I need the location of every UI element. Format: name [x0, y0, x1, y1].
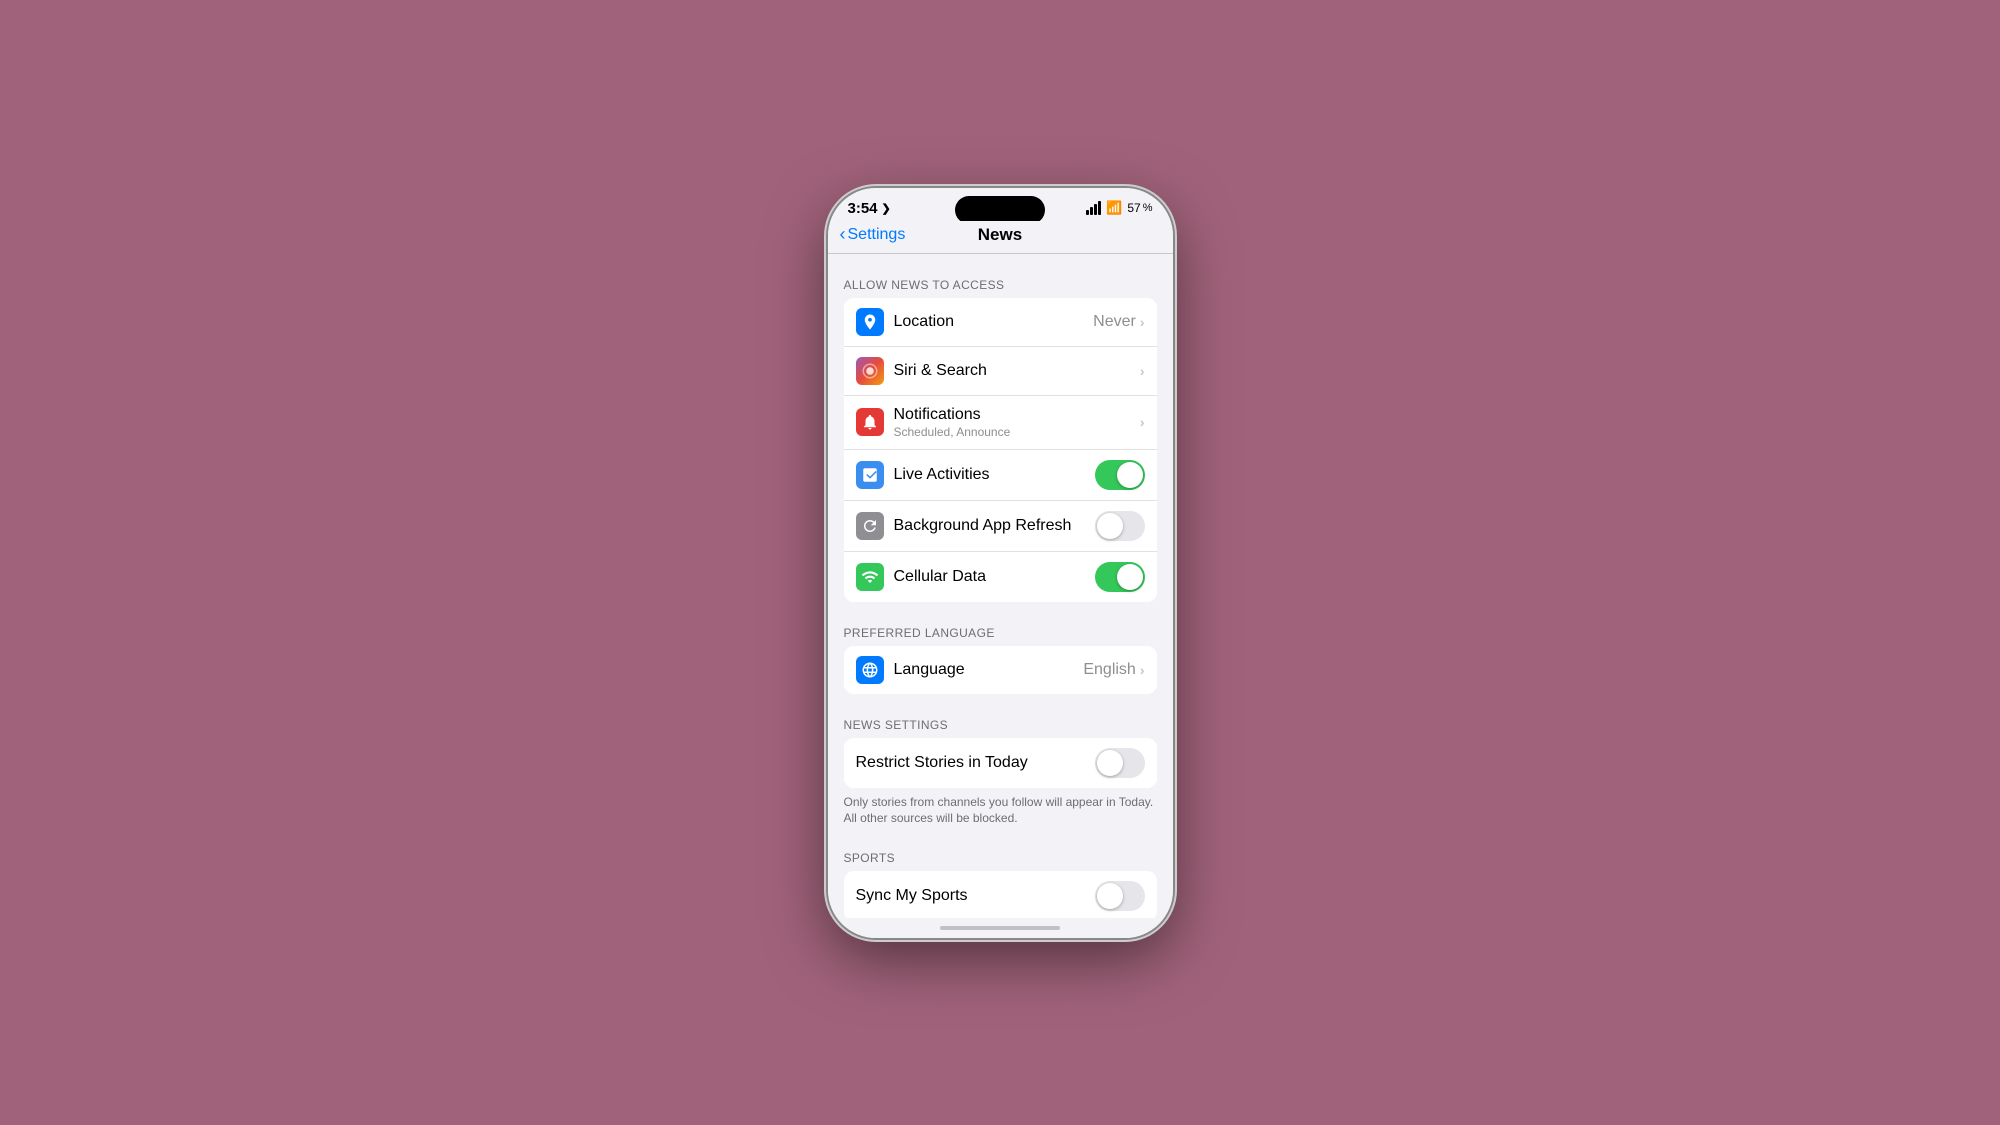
siri-icon: [856, 357, 884, 385]
wifi-icon: 📶: [1106, 200, 1122, 216]
notifications-sublabel: Scheduled, Announce: [894, 425, 1140, 439]
restrict-stories-item[interactable]: Restrict Stories in Today: [844, 738, 1157, 788]
status-icons: 📶 57 %: [1086, 200, 1152, 216]
section-access-list: Location Never › Siri & Search: [844, 298, 1157, 602]
section-sports-header: SPORTS: [828, 851, 1173, 871]
sync-sports-toggle[interactable]: [1095, 881, 1145, 911]
section-sports: SPORTS Sync My Sports Follow your teams …: [828, 851, 1173, 917]
live-activities-toggle[interactable]: [1095, 460, 1145, 490]
restrict-stories-toggle-knob: [1097, 750, 1123, 776]
dynamic-island: [955, 196, 1045, 224]
section-access-header: ALLOW NEWS TO ACCESS: [828, 278, 1173, 298]
cellular-data-item[interactable]: Cellular Data: [844, 552, 1157, 602]
language-chevron-icon: ›: [1140, 662, 1145, 678]
restrict-stories-note: Only stories from channels you follow wi…: [828, 788, 1173, 828]
siri-chevron-icon: ›: [1140, 363, 1145, 379]
siri-search-item[interactable]: Siri & Search ›: [844, 347, 1157, 396]
siri-label: Siri & Search: [894, 362, 1140, 380]
time-text: 3:54: [848, 200, 878, 217]
location-item[interactable]: Location Never ›: [844, 298, 1157, 347]
background-refresh-toggle-knob: [1097, 513, 1123, 539]
back-button[interactable]: ‹ Settings: [840, 225, 906, 245]
live-activities-text: Live Activities: [894, 466, 1095, 484]
section-language: PREFERRED LANGUAGE Language English ›: [828, 626, 1173, 694]
section-sports-list: Sync My Sports: [844, 871, 1157, 917]
siri-text: Siri & Search: [894, 362, 1140, 380]
background-refresh-toggle[interactable]: [1095, 511, 1145, 541]
notifications-item[interactable]: Notifications Scheduled, Announce ›: [844, 396, 1157, 450]
section-news-settings-list: Restrict Stories in Today: [844, 738, 1157, 788]
notifications-label: Notifications: [894, 406, 1140, 424]
battery-indicator: 57 %: [1127, 201, 1152, 215]
live-activities-label: Live Activities: [894, 466, 1095, 484]
restrict-stories-text: Restrict Stories in Today: [856, 754, 1095, 772]
section-news-settings: NEWS SETTINGS Restrict Stories in Today …: [828, 718, 1173, 828]
background-refresh-label: Background App Refresh: [894, 517, 1095, 535]
location-text: Location: [894, 313, 1094, 331]
language-text: Language: [894, 661, 1084, 679]
home-indicator: [828, 918, 1173, 938]
battery-level: 57: [1127, 201, 1140, 215]
location-label: Location: [894, 313, 1094, 331]
section-language-header: PREFERRED LANGUAGE: [828, 626, 1173, 646]
cellular-data-icon: [856, 563, 884, 591]
notifications-chevron-icon: ›: [1140, 414, 1145, 430]
home-bar: [940, 926, 1060, 930]
nav-bar: ‹ Settings News: [828, 221, 1173, 254]
notifications-text: Notifications Scheduled, Announce: [894, 406, 1140, 439]
restrict-stories-label: Restrict Stories in Today: [856, 754, 1095, 772]
location-chevron-icon: ›: [1140, 314, 1145, 330]
restrict-stories-toggle[interactable]: [1095, 748, 1145, 778]
back-chevron-icon: ‹: [840, 224, 846, 245]
phone-shell: 3:54 ❯ 📶 57 % ‹ Settings News: [828, 188, 1173, 938]
language-icon: [856, 656, 884, 684]
notifications-icon: [856, 408, 884, 436]
cellular-data-toggle-knob: [1117, 564, 1143, 590]
background-refresh-text: Background App Refresh: [894, 517, 1095, 535]
live-activities-toggle-knob: [1117, 462, 1143, 488]
section-access: ALLOW NEWS TO ACCESS Location Never ›: [828, 278, 1173, 602]
back-label: Settings: [848, 226, 906, 244]
sync-sports-label: Sync My Sports: [856, 887, 1095, 905]
cellular-data-text: Cellular Data: [894, 568, 1095, 586]
status-time: 3:54 ❯: [848, 200, 891, 217]
live-activities-icon: [856, 461, 884, 489]
status-bar: 3:54 ❯ 📶 57 %: [828, 188, 1173, 221]
background-refresh-item[interactable]: Background App Refresh: [844, 501, 1157, 552]
location-icon: [856, 308, 884, 336]
sync-sports-text: Sync My Sports: [856, 887, 1095, 905]
language-value: English: [1083, 661, 1135, 679]
section-language-list: Language English ›: [844, 646, 1157, 694]
battery-icon: %: [1143, 202, 1153, 214]
language-label: Language: [894, 661, 1084, 679]
cellular-data-label: Cellular Data: [894, 568, 1095, 586]
live-activities-item[interactable]: Live Activities: [844, 450, 1157, 501]
page-title: News: [978, 225, 1022, 245]
section-news-settings-header: NEWS SETTINGS: [828, 718, 1173, 738]
location-value: Never: [1093, 313, 1136, 331]
background-refresh-icon: [856, 512, 884, 540]
location-arrow-icon: ❯: [882, 202, 891, 215]
signal-icon: [1086, 201, 1101, 215]
sync-sports-toggle-knob: [1097, 883, 1123, 909]
language-item[interactable]: Language English ›: [844, 646, 1157, 694]
settings-content[interactable]: ALLOW NEWS TO ACCESS Location Never ›: [828, 254, 1173, 918]
sync-sports-item[interactable]: Sync My Sports: [844, 871, 1157, 917]
cellular-data-toggle[interactable]: [1095, 562, 1145, 592]
